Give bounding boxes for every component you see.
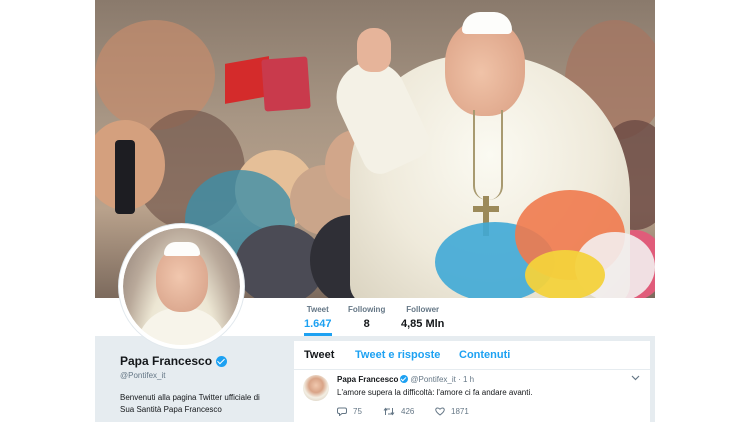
tweet-separator: · xyxy=(458,375,461,384)
retweet-button[interactable]: 426 xyxy=(383,407,414,416)
profile-handle[interactable]: @Pontifex_it xyxy=(120,371,290,380)
stat-label: Following xyxy=(348,305,386,314)
verified-badge-icon xyxy=(216,355,228,367)
tweet[interactable]: Papa Francesco @Pontifex_it · 1 h L'amore… xyxy=(294,370,650,422)
like-button[interactable]: 1871 xyxy=(435,407,469,416)
tweet-header: Papa Francesco @Pontifex_it · 1 h xyxy=(337,375,474,384)
stat-value: 4,85 Mln xyxy=(401,318,445,330)
tab-tweets-and-replies[interactable]: Tweet e risposte xyxy=(355,349,440,361)
profile-bio: Benvenuti alla pagina Twitter ufficiale … xyxy=(120,392,290,416)
stat-label: Tweet xyxy=(306,305,329,314)
pope-head xyxy=(445,20,525,116)
tab-tweets[interactable]: Tweet xyxy=(304,349,334,361)
tab-media[interactable]: Contenuti xyxy=(459,349,510,361)
stat-label: Follower xyxy=(406,305,440,314)
retweet-count: 426 xyxy=(401,407,415,416)
retweet-icon xyxy=(383,407,395,416)
pope-hand xyxy=(357,28,391,72)
verified-badge-icon xyxy=(400,375,409,383)
reply-button[interactable]: 75 xyxy=(337,407,362,416)
like-count: 1871 xyxy=(451,407,469,416)
chevron-down-icon[interactable] xyxy=(631,373,640,383)
avatar-zucchetto xyxy=(164,242,200,256)
timeline-tabs: Tweet Tweet e risposte Contenuti xyxy=(294,341,650,370)
heart-icon xyxy=(435,407,445,416)
bio-line: Sua Santità Papa Francesco xyxy=(120,405,222,414)
avatar-face xyxy=(156,248,208,312)
stat-tweets[interactable]: Tweet 1.647 xyxy=(304,305,332,336)
tweet-author[interactable]: Papa Francesco xyxy=(337,375,398,384)
pope-zucchetto xyxy=(462,12,512,34)
stat-following[interactable]: Following 8 xyxy=(348,305,385,331)
tweet-avatar[interactable] xyxy=(303,375,329,401)
red-book xyxy=(261,56,311,112)
profile-avatar[interactable] xyxy=(119,224,244,349)
tweet-handle[interactable]: @Pontifex_it xyxy=(410,375,455,384)
raised-phone xyxy=(115,140,135,214)
yellow-feathers xyxy=(525,250,605,298)
bio-line: Benvenuti alla pagina Twitter ufficiale … xyxy=(120,393,260,402)
tweet-timestamp[interactable]: 1 h xyxy=(463,375,474,384)
timeline: Tweet Tweet e risposte Contenuti Papa Fr… xyxy=(294,341,650,422)
reply-icon xyxy=(337,407,347,416)
tweet-text: L'amore supera la difficoltà: l'amore ci… xyxy=(337,388,533,397)
reply-count: 75 xyxy=(353,407,362,416)
stat-value: 8 xyxy=(363,318,370,330)
profile-bio-card: Papa Francesco @Pontifex_it Benvenuti al… xyxy=(120,354,290,416)
stat-value: 1.647 xyxy=(304,318,332,330)
cross-chain xyxy=(473,110,503,200)
stat-followers[interactable]: Follower 4,85 Mln xyxy=(401,305,444,331)
pectoral-cross-bar xyxy=(473,206,499,212)
profile-name[interactable]: Papa Francesco xyxy=(120,354,212,368)
